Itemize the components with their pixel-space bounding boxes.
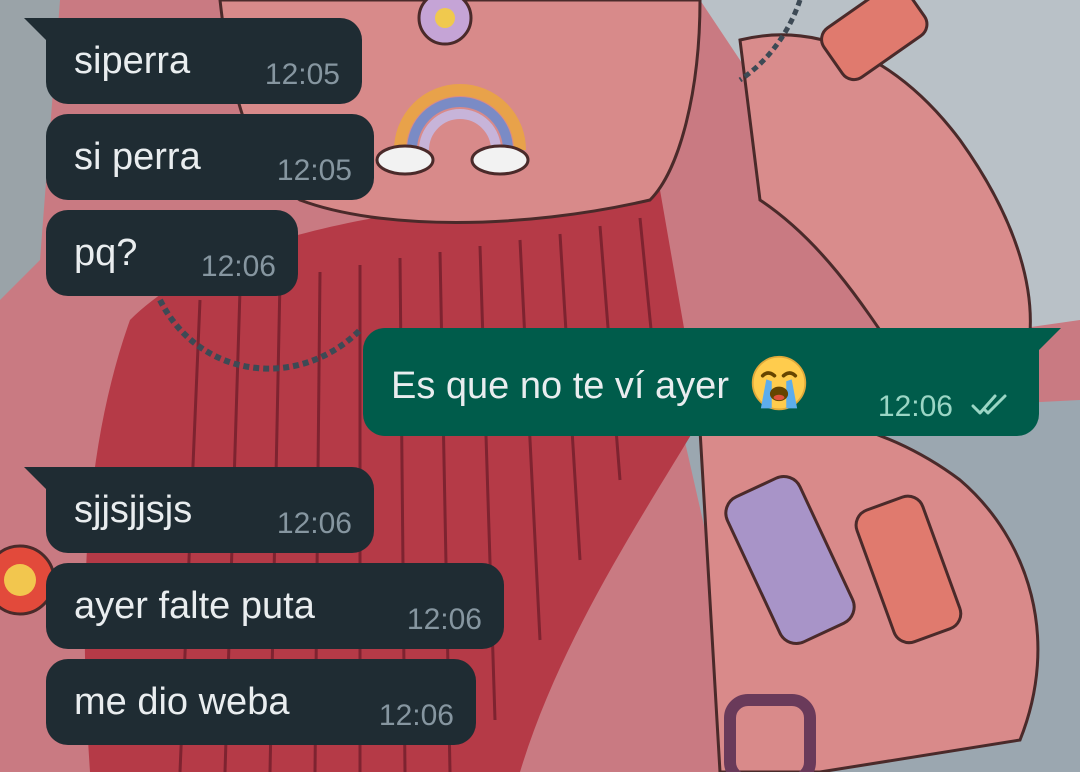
bubble-tail [1039,328,1061,350]
message-timestamp: 12:05 [264,58,340,91]
message-timestamp: 12:05 [276,154,352,187]
message-text: me dio weba [74,681,290,723]
message-bubble-incoming[interactable]: ayer falte puta 12:06 [46,563,504,649]
message-text-wrapper: Es que no te ví ayer [391,355,808,412]
message-bubble-outgoing[interactable]: Es que no te ví ayer 12:06 [363,328,1061,436]
message-bubble-incoming[interactable]: siperra 12:05 [24,18,362,104]
message-bubble-incoming[interactable]: pq? 12:06 [46,210,298,296]
message-bubble-incoming[interactable]: si perra 12:05 [46,114,374,200]
message-timestamp: 12:06 [406,603,482,636]
message-text: Es que no te ví ayer [391,365,729,408]
loudly-crying-face-icon [751,355,806,411]
read-receipt-double-check-icon [971,394,1007,415]
message-bubble-incoming[interactable]: sjjsjjsjs 12:06 [24,467,374,553]
message-timestamp: 12:06 [378,699,454,732]
bubble-tail [24,467,46,489]
message-text: sjjsjjsjs [74,489,193,531]
message-text: pq? [74,232,138,274]
bubble-tail [24,18,46,40]
message-timestamp: 12:06 [276,507,352,540]
message-text: si perra [74,136,201,178]
message-text: ayer falte puta [74,585,315,627]
message-text: siperra [74,40,191,82]
message-bubble-incoming[interactable]: me dio weba 12:06 [46,659,476,745]
message-timestamp: 12:06 [200,250,276,283]
message-timestamp: 12:06 [877,390,953,423]
